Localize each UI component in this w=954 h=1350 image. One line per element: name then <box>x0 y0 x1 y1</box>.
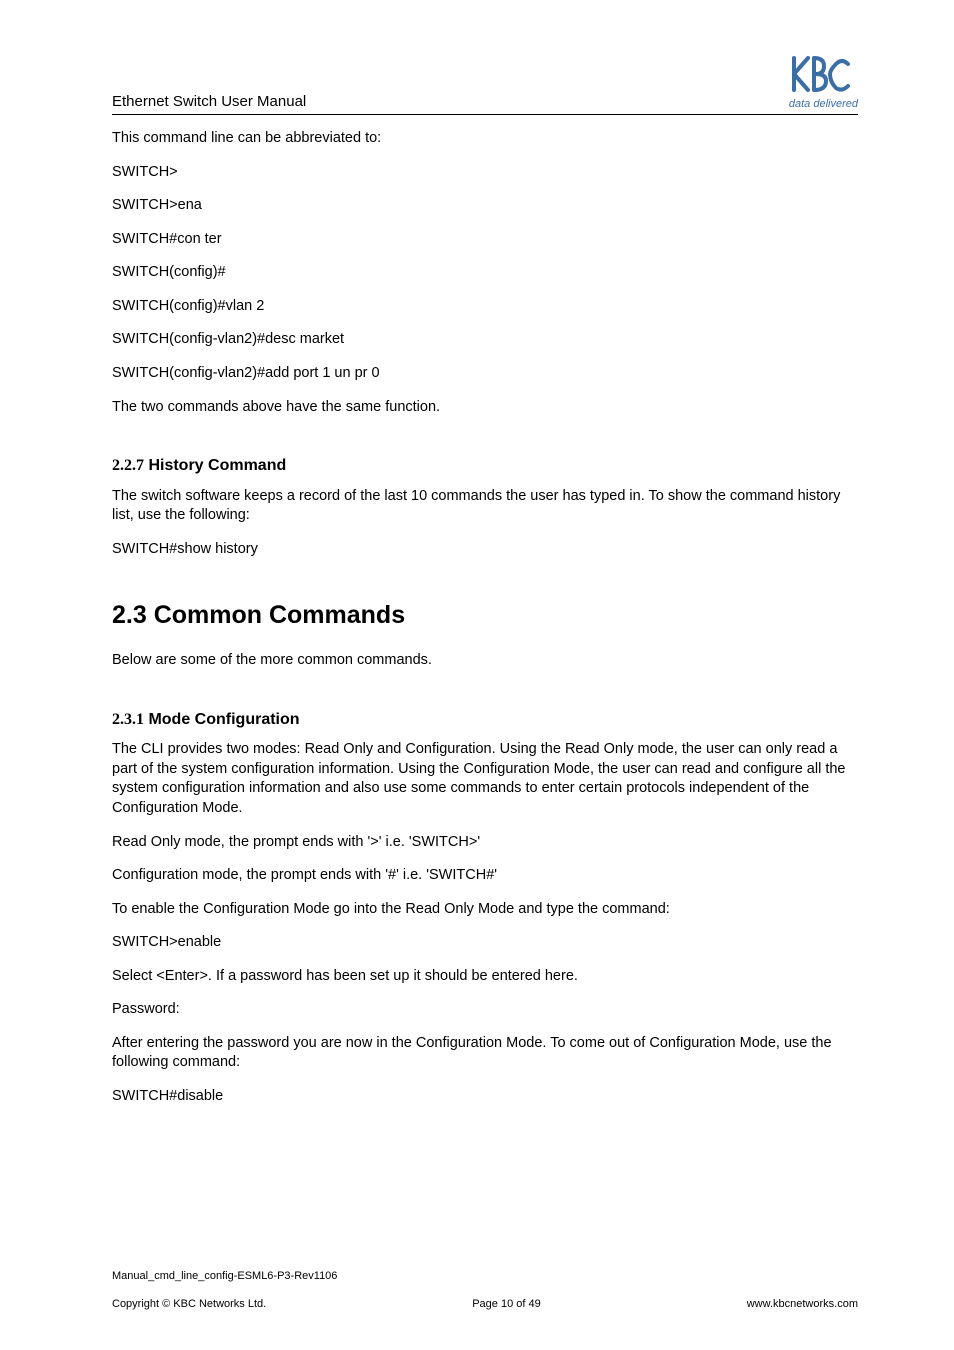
paragraph: The CLI provides two modes: Read Only an… <box>112 740 858 818</box>
footer-copyright: Copyright © KBC Networks Ltd. <box>112 1298 266 1310</box>
page-footer: Manual_cmd_line_config-ESML6-P3-Rev1106 … <box>112 1270 858 1310</box>
section-number: 2.2.7 <box>112 457 144 474</box>
section-title: Mode Configuration <box>144 711 300 728</box>
paragraph: Select <Enter>. If a password has been s… <box>112 967 858 987</box>
cli-line: SWITCH>enable <box>112 933 858 953</box>
paragraph: The switch software keeps a record of th… <box>112 487 858 526</box>
section-heading-227: 2.2.7 History Command <box>112 455 858 477</box>
paragraph: Configuration mode, the prompt ends with… <box>112 866 858 886</box>
section-number: 2.3.1 <box>112 711 144 728</box>
cli-line: SWITCH(config)# <box>112 263 858 283</box>
kbc-logo-icon <box>790 52 856 96</box>
cli-line: SWITCH>ena <box>112 196 858 216</box>
cli-line: SWITCH#con ter <box>112 230 858 250</box>
page-header: Ethernet Switch User Manual data deliver… <box>112 52 858 115</box>
cli-line: SWITCH#show history <box>112 540 858 560</box>
paragraph: To enable the Configuration Mode go into… <box>112 900 858 920</box>
document-body: This command line can be abbreviated to:… <box>112 129 858 1107</box>
intro-text: This command line can be abbreviated to: <box>112 129 858 149</box>
footer-url: www.kbcnetworks.com <box>747 1298 858 1310</box>
section-title: History Command <box>144 457 286 474</box>
header-title: Ethernet Switch User Manual <box>112 93 306 110</box>
paragraph: After entering the password you are now … <box>112 1034 858 1073</box>
logo-tagline: data delivered <box>789 98 858 110</box>
cli-line: SWITCH(config-vlan2)#add port 1 un pr 0 <box>112 364 858 384</box>
paragraph: Below are some of the more common comman… <box>112 651 858 671</box>
cli-line: SWITCH#disable <box>112 1087 858 1107</box>
section-heading-231: 2.3.1 Mode Configuration <box>112 709 858 731</box>
paragraph: Read Only mode, the prompt ends with '>'… <box>112 833 858 853</box>
cli-line: SWITCH(config)#vlan 2 <box>112 297 858 317</box>
section-heading-23: 2.3 Common Commands <box>112 599 858 633</box>
cli-line: SWITCH(config-vlan2)#desc market <box>112 330 858 350</box>
kbc-logo: data delivered <box>789 52 858 110</box>
note-text: The two commands above have the same fun… <box>112 398 858 418</box>
paragraph: Password: <box>112 1000 858 1020</box>
cli-line: SWITCH> <box>112 163 858 183</box>
footer-doc-id: Manual_cmd_line_config-ESML6-P3-Rev1106 <box>112 1270 858 1282</box>
footer-page-number: Page 10 of 49 <box>472 1298 541 1310</box>
